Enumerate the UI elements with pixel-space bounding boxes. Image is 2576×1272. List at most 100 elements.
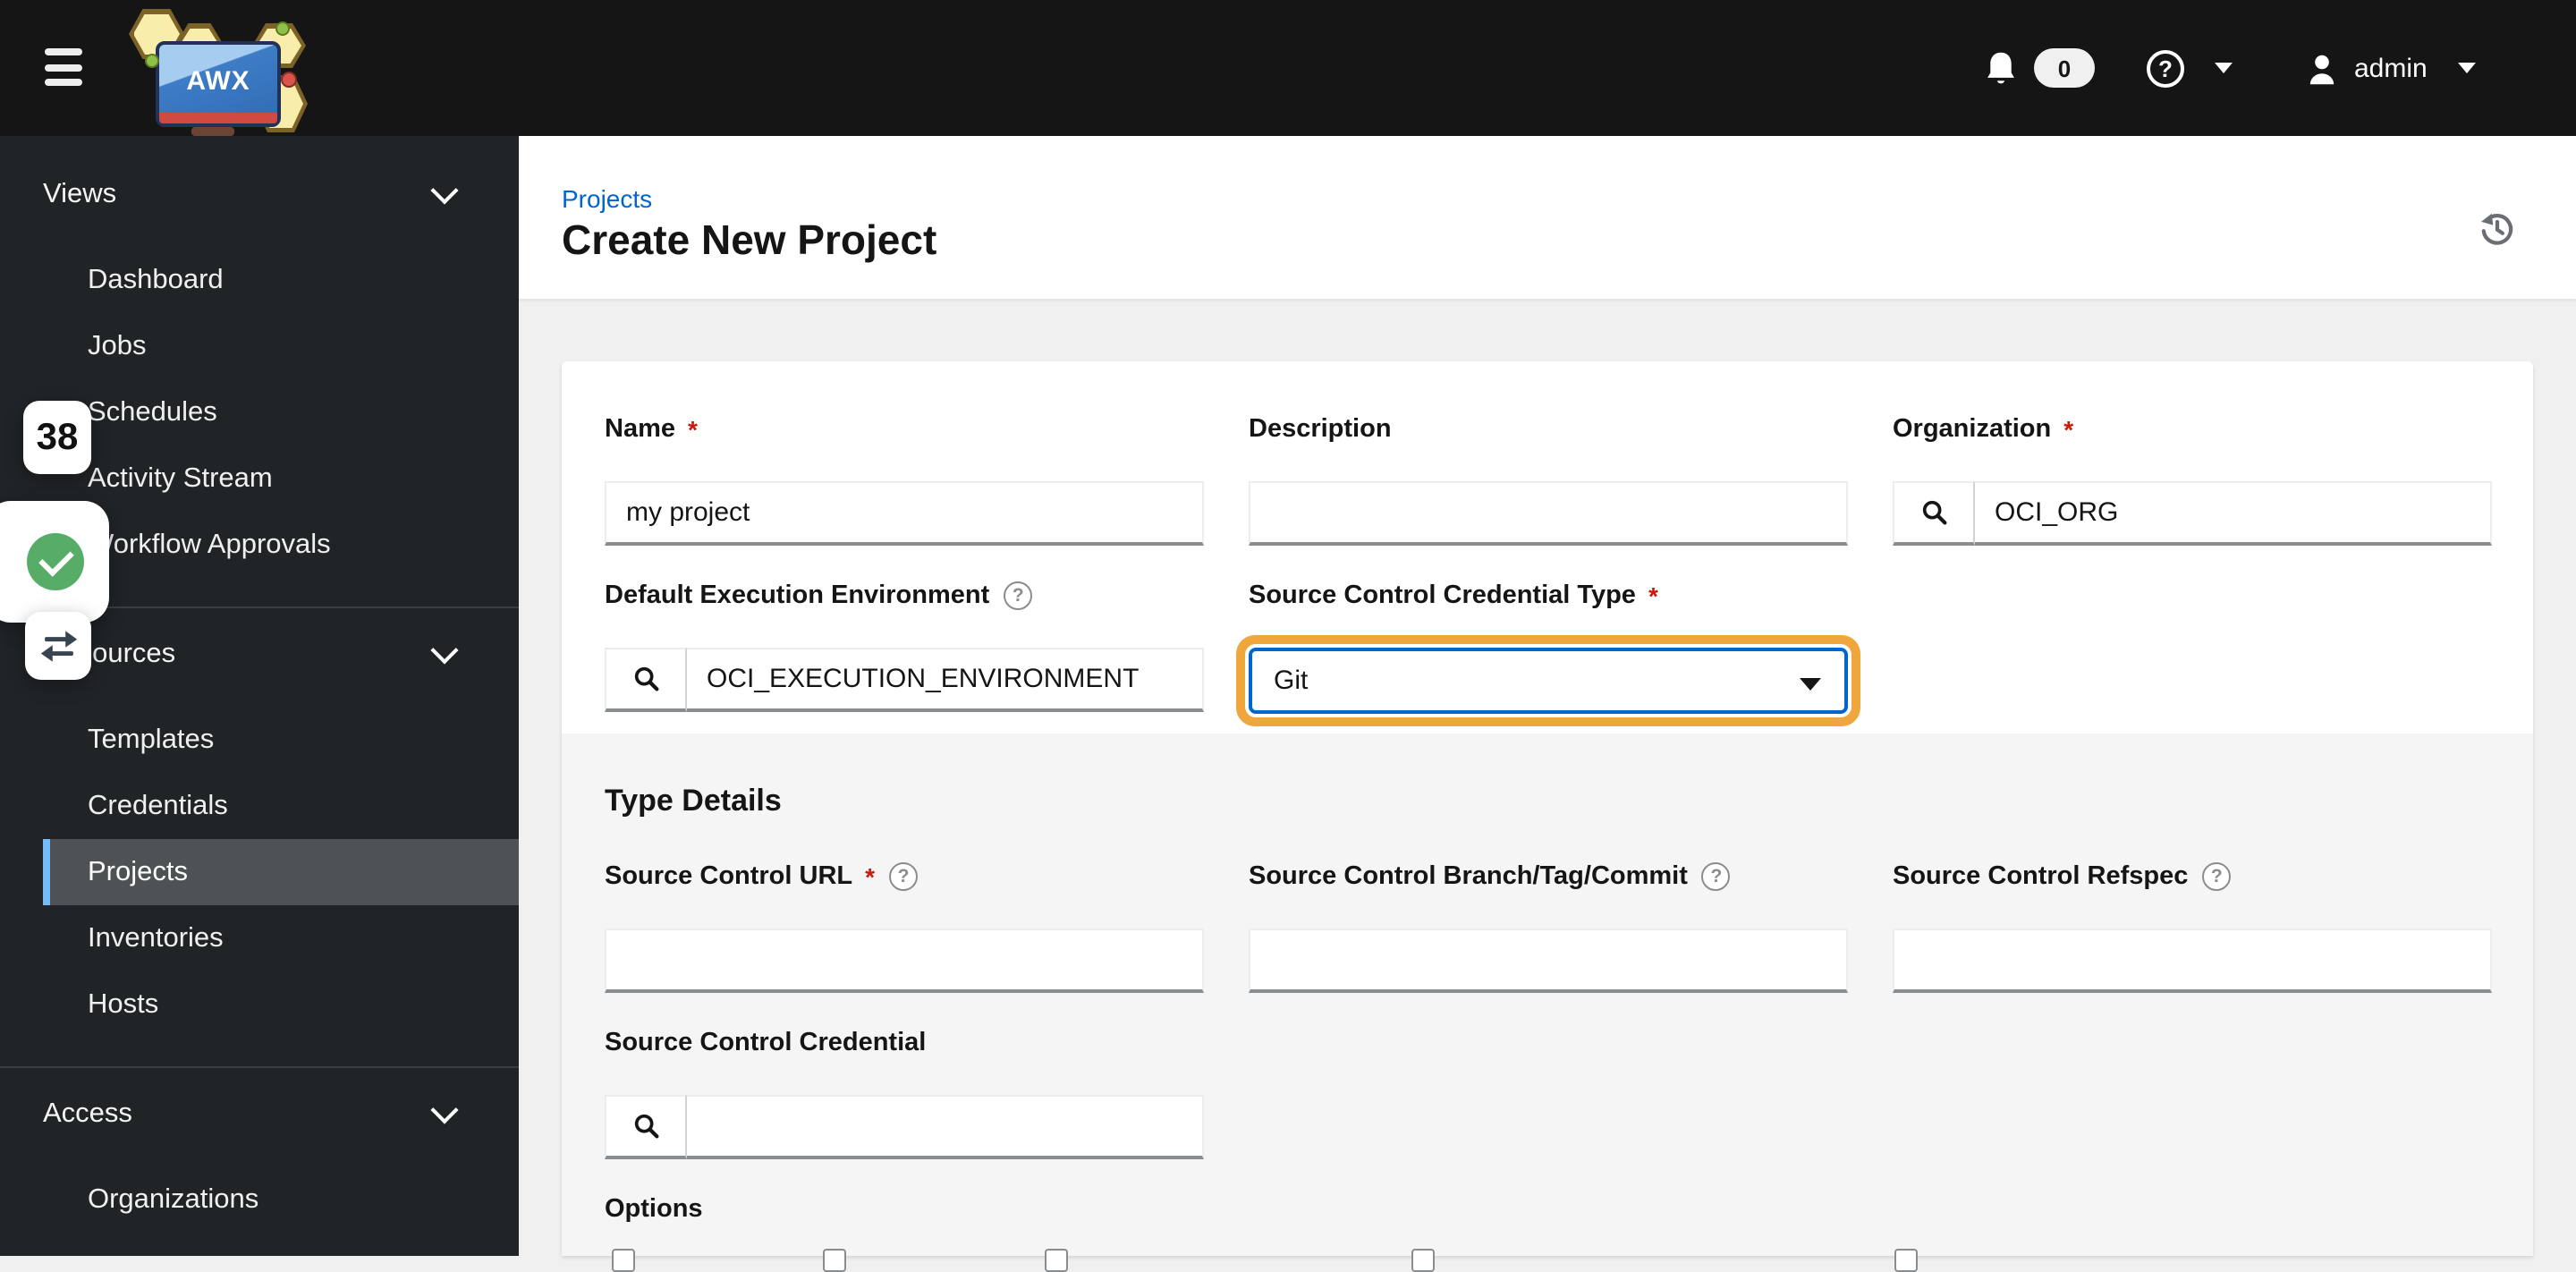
nav-section-access: Access Organizations — [0, 1066, 519, 1233]
name-field-group: Name * — [605, 415, 1204, 546]
sidebar-item-projects[interactable]: Projects — [43, 839, 519, 905]
user-menu[interactable]: admin — [2306, 0, 2476, 136]
required-asterisk: * — [1648, 581, 1658, 610]
organization-search-button[interactable] — [1893, 481, 1975, 546]
nav-toggle-hamburger-icon[interactable] — [45, 48, 82, 86]
user-icon — [2309, 54, 2334, 84]
help-question-icon[interactable]: ? — [1004, 581, 1033, 610]
overlay-counter-badge: 38 — [23, 401, 91, 474]
help-caret-down-icon[interactable] — [2215, 63, 2233, 73]
default-ee-field-group: Default Execution Environment ? — [605, 581, 1204, 712]
awx-app: AWX 0 ? admin Views Dashboard Jobs Sched… — [0, 0, 2576, 1272]
scm-branch-label: Source Control Branch/Tag/Commit ? — [1249, 862, 1848, 891]
scm-credential-input[interactable] — [687, 1095, 1204, 1159]
scm-credential-type-label: Source Control Credential Type * — [1249, 581, 1658, 610]
breadcrumb-projects-link[interactable]: Projects — [562, 184, 652, 213]
notifications-count-badge[interactable]: 0 — [2034, 48, 2095, 88]
sidebar-item-templates[interactable]: Templates — [43, 707, 519, 773]
logo-dot — [275, 21, 290, 36]
sidebar-item-jobs[interactable]: Jobs — [43, 313, 519, 379]
sidebar-item-organizations[interactable]: Organizations — [43, 1166, 519, 1233]
scm-credential-search-button[interactable] — [605, 1095, 687, 1159]
nav-group-access[interactable]: Access — [0, 1079, 519, 1150]
search-icon — [1921, 500, 1946, 525]
masthead: AWX 0 ? admin — [0, 0, 2576, 136]
scm-credential-field-group: Source Control Credential — [605, 1029, 1204, 1159]
scm-credential-type-field-group: Source Control Credential Type * Git — [1249, 581, 1848, 714]
scm-credential-type-select[interactable]: Git — [1249, 648, 1848, 714]
sidebar-nav: Views Dashboard Jobs Schedules Activity Stre… — [0, 136, 519, 1256]
option-checkbox-1[interactable] — [612, 1249, 635, 1272]
history-icon[interactable] — [2478, 209, 2517, 249]
create-project-form-card: Name* Description Organization* — [562, 361, 2533, 1272]
sidebar-item-inventories[interactable]: Inventories — [43, 905, 519, 971]
scm-refspec-field-group: Source Control Refspec ? — [1893, 862, 2492, 993]
description-label: Description — [1249, 415, 1392, 444]
help-question-icon[interactable]: ? — [1701, 862, 1731, 891]
notifications-group: 0 — [1984, 0, 2095, 136]
success-check-icon — [27, 533, 84, 590]
sidebar-item-hosts[interactable]: Hosts — [43, 971, 519, 1038]
scm-refspec-label: Source Control Refspec ? — [1893, 862, 2492, 891]
help-question-icon[interactable]: ? — [2202, 862, 2232, 891]
type-details-section: Type Details Source Control URL * ? Sourc… — [562, 734, 2533, 1272]
nav-group-views[interactable]: Views — [0, 159, 519, 231]
chevron-down-icon[interactable] — [430, 176, 459, 205]
bell-icon[interactable] — [1984, 49, 2018, 87]
option-checkbox-3[interactable] — [1045, 1249, 1068, 1272]
select-caret-down-icon — [1800, 678, 1821, 691]
type-details-heading: Type Details — [605, 784, 782, 818]
help-icon[interactable]: ? — [2147, 49, 2184, 87]
help-question-icon[interactable]: ? — [889, 862, 919, 891]
page-header: Projects Create New Project — [519, 136, 2576, 299]
swap-arrows-icon — [39, 631, 77, 662]
sidebar-item-schedules[interactable]: Schedules — [43, 379, 519, 445]
logo-monitor: AWX — [156, 41, 281, 127]
default-ee-label: Default Execution Environment ? — [605, 581, 1204, 610]
scm-url-field-group: Source Control URL * ? — [605, 862, 1204, 993]
organization-input[interactable] — [1975, 481, 2492, 546]
help-group[interactable]: ? — [2147, 0, 2233, 136]
nav-group-label: Access — [43, 1098, 132, 1129]
sidebar-item-activity-stream[interactable]: Activity Stream — [43, 445, 519, 512]
scm-url-input[interactable] — [605, 929, 1204, 993]
user-caret-down-icon[interactable] — [2457, 63, 2476, 73]
organization-label: Organization * — [1893, 415, 2074, 444]
logo-dot — [281, 72, 297, 88]
chevron-down-icon[interactable] — [430, 1096, 459, 1124]
required-asterisk: * — [688, 415, 698, 444]
description-input[interactable] — [1249, 481, 1848, 546]
scm-credential-type-value: Git — [1274, 666, 1309, 696]
scm-url-label: Source Control URL * ? — [605, 862, 1204, 891]
option-checkbox-4[interactable] — [1411, 1249, 1435, 1272]
name-label: Name * — [605, 415, 698, 444]
option-checkbox-5[interactable] — [1894, 1249, 1918, 1272]
awx-logo[interactable]: AWX — [125, 4, 311, 136]
scm-refspec-input[interactable] — [1893, 929, 2492, 993]
page-title: Create New Project — [562, 216, 937, 263]
search-icon — [633, 1114, 658, 1139]
scm-credential-label: Source Control Credential — [605, 1029, 927, 1057]
required-asterisk: * — [2063, 415, 2074, 444]
required-asterisk: * — [865, 862, 876, 891]
option-checkbox-2[interactable] — [823, 1249, 846, 1272]
sidebar-item-credentials[interactable]: Credentials — [43, 773, 519, 839]
chevron-down-icon[interactable] — [430, 636, 459, 665]
sidebar-item-workflow-approvals[interactable]: Workflow Approvals — [43, 512, 519, 578]
logo-text: AWX — [186, 65, 250, 96]
name-input[interactable] — [605, 481, 1204, 546]
overlay-swap-arrows-card — [25, 612, 91, 680]
scm-branch-input[interactable] — [1249, 929, 1848, 993]
search-icon — [633, 666, 658, 691]
username-label: admin — [2354, 53, 2428, 83]
logo-dot — [145, 54, 159, 68]
description-field-group: Description — [1249, 415, 1848, 546]
sidebar-item-dashboard[interactable]: Dashboard — [43, 247, 519, 313]
logo-stand-base — [191, 127, 234, 135]
scm-branch-field-group: Source Control Branch/Tag/Commit ? — [1249, 862, 1848, 993]
nav-group-label: Views — [43, 179, 117, 209]
main-content: Projects Create New Project Name* De — [519, 136, 2576, 1272]
default-ee-search-button[interactable] — [605, 648, 687, 712]
default-ee-input[interactable] — [687, 648, 1204, 712]
organization-field-group: Organization * — [1893, 415, 2492, 546]
